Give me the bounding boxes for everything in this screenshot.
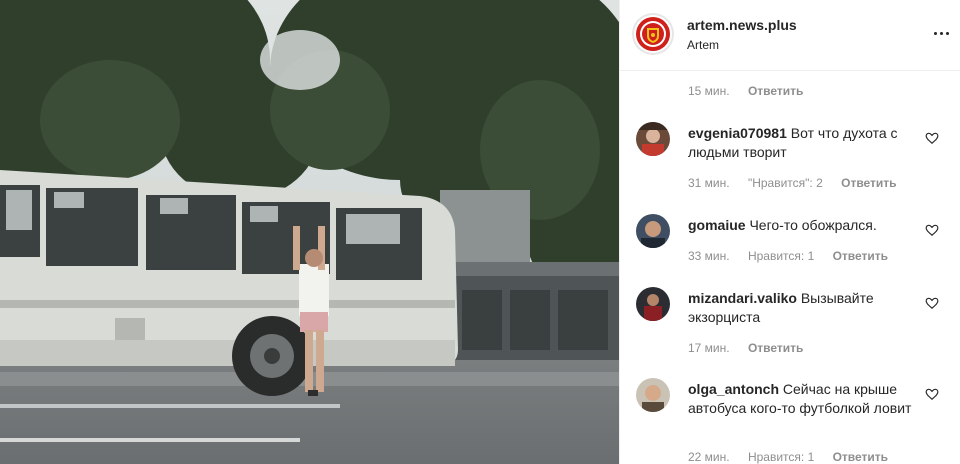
avatar-image [636, 214, 670, 248]
comment-item: olga_antonch Сейчас на крыше автобуса ко… [620, 376, 960, 464]
reply-button[interactable]: Ответить [748, 84, 803, 98]
comment-meta: 33 мин. Нравится: 1 Ответить [688, 249, 888, 263]
account-username[interactable]: artem.news.plus [687, 17, 797, 33]
comment-author[interactable]: evgenia070981 [688, 125, 787, 141]
reply-button[interactable]: Ответить [841, 176, 896, 190]
avatar-image [636, 122, 670, 156]
commenter-avatar[interactable] [636, 122, 670, 156]
reply-button[interactable]: Ответить [833, 450, 888, 464]
comment-meta: 17 мин. Ответить [688, 341, 803, 355]
comment-meta: 15 мин. Ответить [688, 84, 803, 98]
comment-time: 22 мин. [688, 450, 730, 464]
comment-time: 33 мин. [688, 249, 730, 263]
reply-button[interactable]: Ответить [833, 249, 888, 263]
heart-icon[interactable] [925, 387, 939, 401]
heart-icon[interactable] [925, 131, 939, 145]
likes-count[interactable]: "Нравится": 2 [748, 176, 823, 190]
comment-meta: 31 мин. "Нравится": 2 Ответить [688, 176, 897, 190]
comment-author[interactable]: olga_antonch [688, 381, 779, 397]
likes-count[interactable]: Нравится: 1 [748, 249, 814, 263]
bus-scene-image [0, 0, 619, 464]
post-media[interactable] [0, 0, 619, 464]
account-avatar[interactable] [632, 13, 674, 55]
more-horizontal-icon[interactable] [933, 23, 951, 43]
comment-time: 31 мин. [688, 176, 730, 190]
comment-author[interactable]: mizandari.valiko [688, 290, 797, 306]
likes-count[interactable]: Нравится: 1 [748, 450, 814, 464]
comment-text: Чего-то обожрался. [749, 217, 877, 233]
comment-body: gomaiue Чего-то обожрался. [688, 216, 918, 235]
comment-item: gomaiue Чего-то обожрался. 33 мин. Нрави… [620, 212, 960, 272]
reply-button[interactable]: Ответить [748, 341, 803, 355]
comment-author[interactable]: gomaiue [688, 217, 746, 233]
city-logo-icon [636, 17, 670, 51]
comment-body: mizandari.valiko Вызывайте экзорциста [688, 289, 918, 327]
commenter-avatar[interactable] [636, 287, 670, 321]
comment-time: 17 мин. [688, 341, 730, 355]
comment-body: evgenia070981 Вот что духота с людьми тв… [688, 124, 918, 162]
avatar-image [636, 378, 670, 412]
avatar-image [636, 287, 670, 321]
post-header: artem.news.plus Artem [620, 0, 960, 71]
commenter-avatar[interactable] [636, 214, 670, 248]
comment-body: olga_antonch Сейчас на крыше автобуса ко… [688, 380, 918, 418]
heart-icon[interactable] [925, 296, 939, 310]
comments-panel: artem.news.plus Artem 15 мин. Ответить e… [619, 0, 960, 464]
comment-item: evgenia070981 Вот что духота с людьми тв… [620, 120, 960, 200]
post-location[interactable]: Artem [687, 38, 719, 52]
comment-time: 15 мин. [688, 84, 730, 98]
comment-meta: 22 мин. Нравится: 1 Ответить [688, 450, 888, 464]
comment-item: mizandari.valiko Вызывайте экзорциста 17… [620, 285, 960, 365]
commenter-avatar[interactable] [636, 378, 670, 412]
heart-icon[interactable] [925, 223, 939, 237]
